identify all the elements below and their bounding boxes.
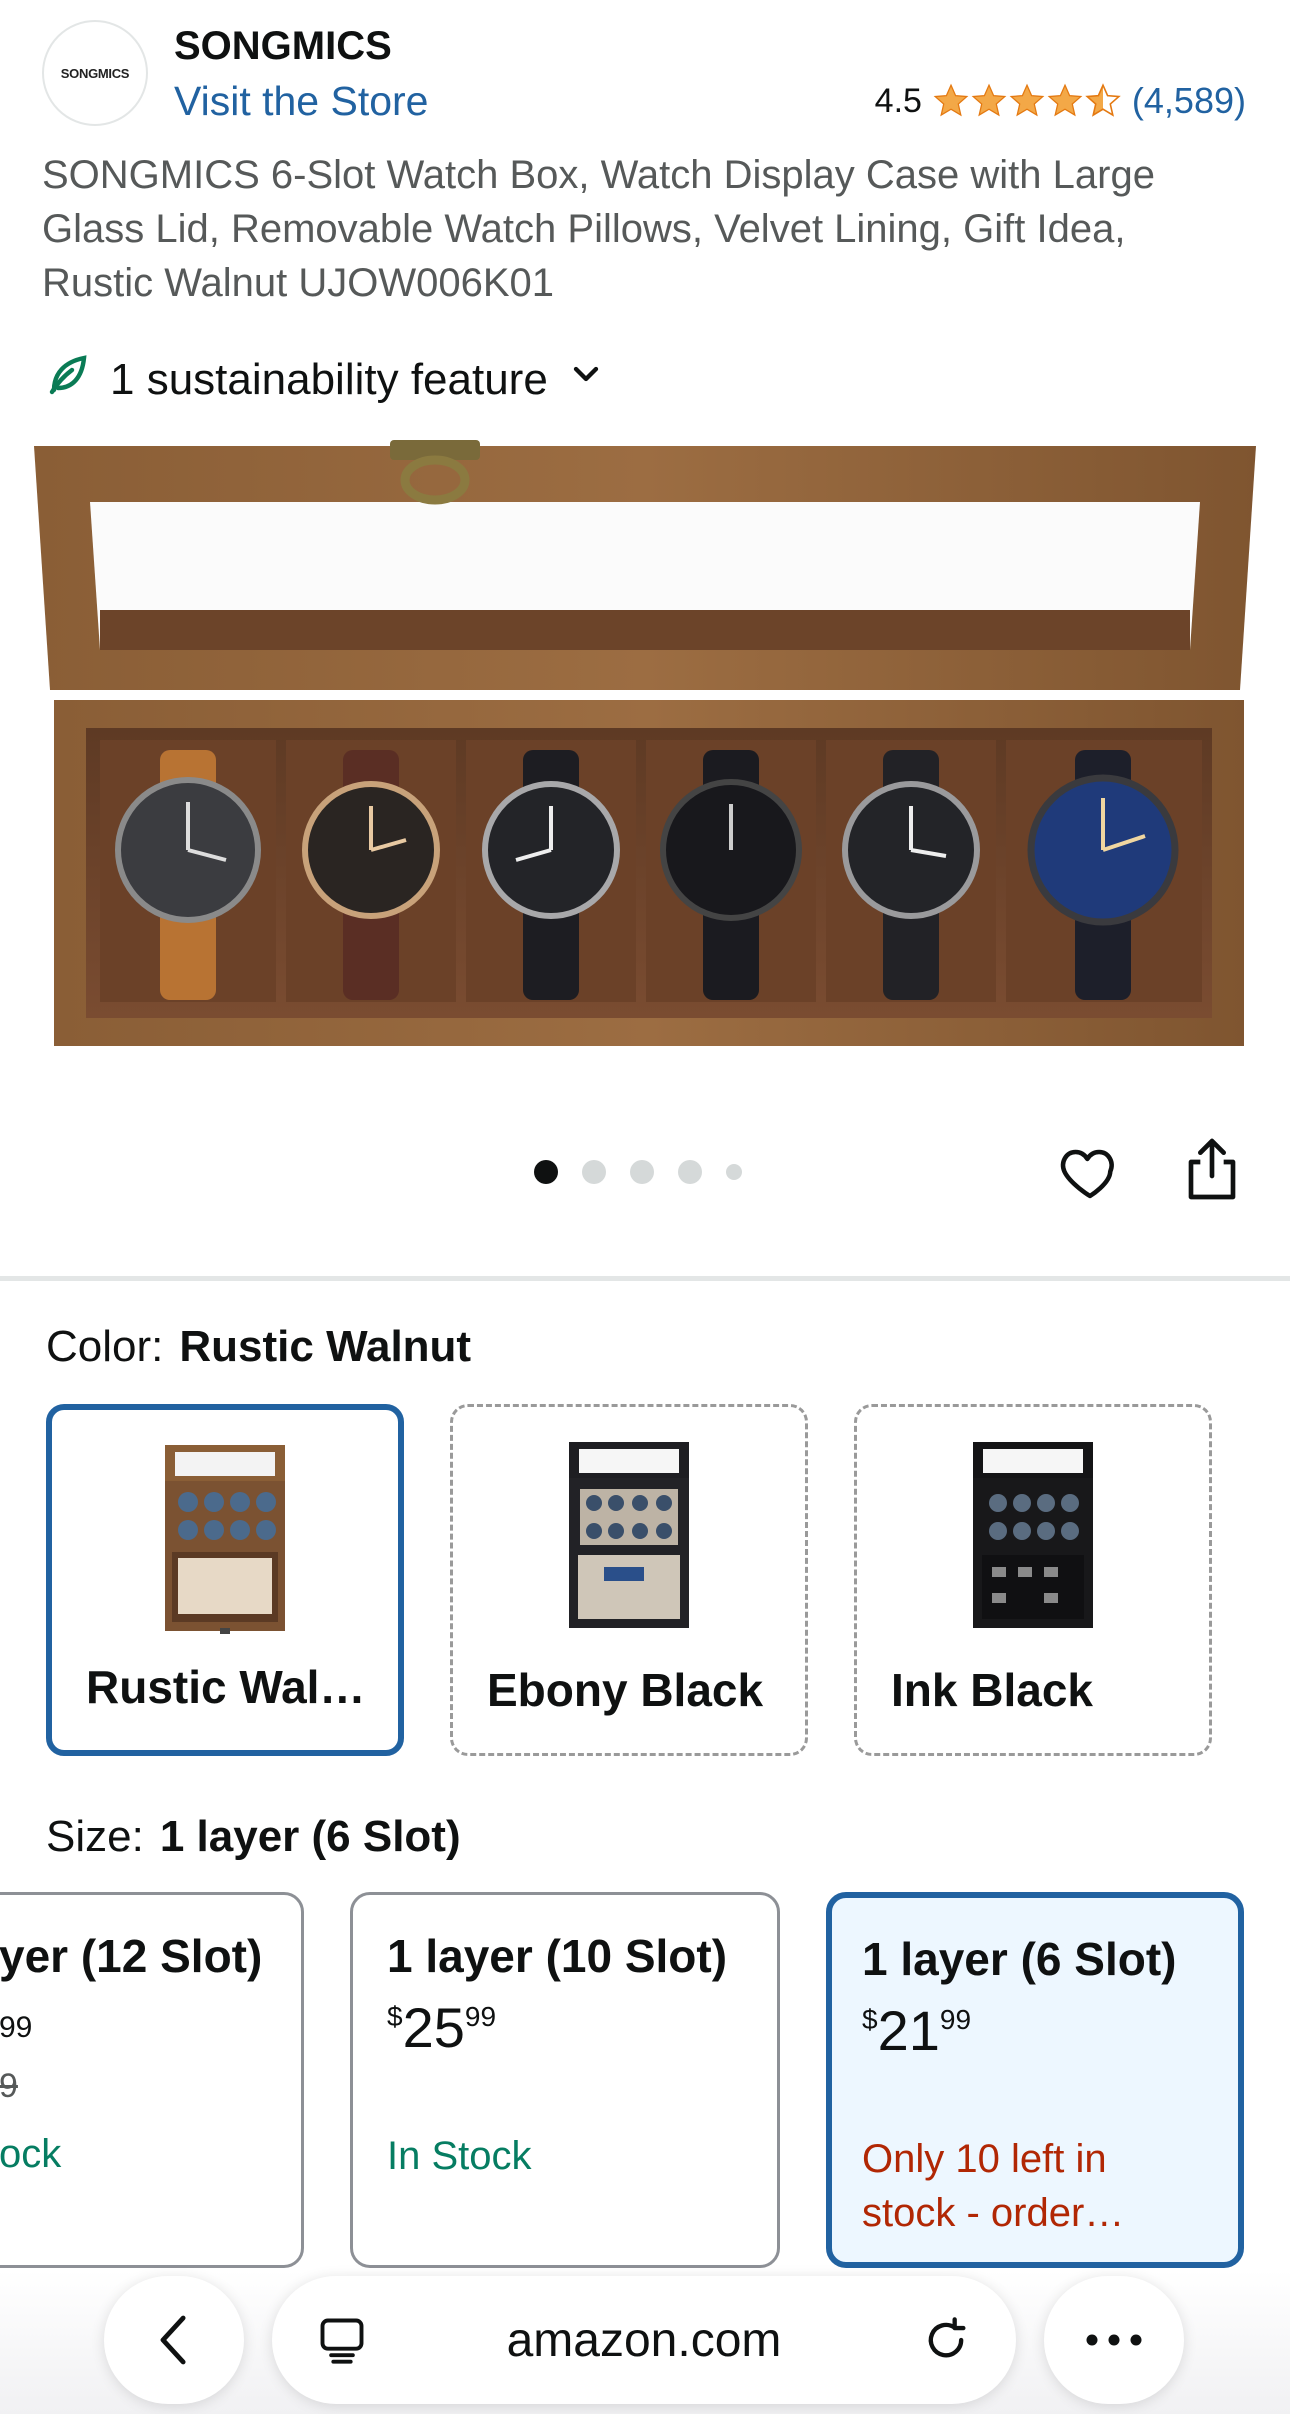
heart-icon[interactable]: [1058, 1140, 1122, 1204]
size-option-title: 1 layer (6 Slot): [862, 1933, 1177, 1985]
tabs-icon[interactable]: [316, 2314, 368, 2366]
star-icon: [971, 83, 1007, 117]
price-fraction: 99: [464, 2001, 497, 2032]
pagination-dot[interactable]: [726, 1164, 742, 1180]
swatch-image: [569, 1442, 689, 1628]
size-label: Size: 1 layer (6 Slot): [46, 1812, 461, 1862]
size-option-stock: Only 10 left in stock - order…: [862, 2137, 1125, 2235]
chevron-down-icon: [566, 354, 606, 405]
address-bar[interactable]: amazon.com: [272, 2276, 1016, 2404]
size-option-stock: ock: [0, 2132, 62, 2176]
rating-count: (4,589): [1131, 80, 1246, 121]
color-label: Color: Rustic Walnut: [46, 1322, 471, 1372]
price-currency: $: [862, 2004, 878, 2035]
brand-name: SONGMICS: [174, 24, 392, 68]
color-label-text: Color:: [46, 1322, 164, 1371]
swatch-image: [973, 1442, 1093, 1628]
size-option-price: $2199: [862, 1998, 971, 2063]
pagination-dot-active[interactable]: [534, 1160, 558, 1184]
star-rating: [932, 82, 1122, 120]
chevron-left-icon: [160, 2315, 186, 2365]
color-option-ebony-black[interactable]: Ebony Black: [450, 1404, 808, 1756]
rating-value: 4.5: [874, 81, 922, 120]
size-option-10-slot[interactable]: 1 layer (10 Slot) $2599 In Stock: [350, 1892, 780, 2268]
pagination-dot[interactable]: [582, 1160, 606, 1184]
color-option-label: Ebony Black: [487, 1664, 764, 1716]
image-pagination[interactable]: [534, 1160, 742, 1184]
url-text: amazon.com: [506, 2313, 782, 2367]
visit-store-link[interactable]: Visit the Store: [174, 78, 429, 125]
color-selected-value: Rustic Walnut: [179, 1322, 472, 1371]
size-option-list-price: 9: [0, 2067, 18, 2105]
sustainability-toggle[interactable]: 1 sustainability feature: [44, 350, 606, 409]
rating-summary[interactable]: 4.5 (4,589): [875, 80, 1246, 122]
reload-icon[interactable]: [920, 2314, 972, 2366]
size-option-title: yer (12 Slot): [0, 1930, 263, 1982]
more-menu-button[interactable]: [1044, 2276, 1184, 2404]
sustainability-label: 1 sustainability feature: [110, 354, 548, 404]
color-option-label: Ink Black: [891, 1664, 1093, 1716]
brand-logo[interactable]: SONGMICS: [42, 20, 148, 126]
price-currency: $: [387, 2001, 403, 2032]
star-icon: [1047, 83, 1083, 117]
size-selected-value: 1 layer (6 Slot): [159, 1812, 461, 1861]
leaf-icon: [44, 350, 92, 409]
product-image[interactable]: [30, 440, 1260, 1050]
product-title: SONGMICS 6-Slot Watch Box, Watch Display…: [42, 153, 1155, 305]
pagination-dot[interactable]: [630, 1160, 654, 1184]
size-option-12-slot[interactable]: yer (12 Slot) 99 9 ock: [0, 1892, 304, 2268]
price-whole: 21: [877, 1999, 940, 2062]
star-icon: [933, 83, 969, 117]
size-option-price: $2599: [387, 1995, 496, 2060]
more-dots-icon: [1086, 2334, 1142, 2346]
size-option-6-slot[interactable]: 1 layer (6 Slot) $2199 Only 10 left in s…: [826, 1892, 1244, 2268]
swatch-image: [165, 1445, 285, 1634]
color-option-label: Rustic Wal…: [86, 1661, 366, 1713]
back-button[interactable]: [104, 2276, 244, 2404]
share-icon[interactable]: [1184, 1136, 1240, 1202]
size-option-price: 99: [0, 2011, 33, 2044]
price-fraction: 99: [939, 2004, 972, 2035]
star-half-icon: [1085, 83, 1121, 117]
price-whole: 25: [402, 1996, 465, 2059]
size-option-stock: In Stock: [387, 2134, 532, 2178]
brand-logo-text: SONGMICS: [60, 65, 130, 81]
section-divider: [0, 1276, 1290, 1281]
color-option-rustic-walnut[interactable]: Rustic Wal…: [46, 1404, 404, 1756]
star-icon: [1009, 83, 1045, 117]
pagination-dot[interactable]: [678, 1160, 702, 1184]
color-option-ink-black[interactable]: Ink Black: [854, 1404, 1212, 1756]
size-label-text: Size:: [46, 1812, 144, 1861]
size-option-title: 1 layer (10 Slot): [387, 1930, 728, 1982]
